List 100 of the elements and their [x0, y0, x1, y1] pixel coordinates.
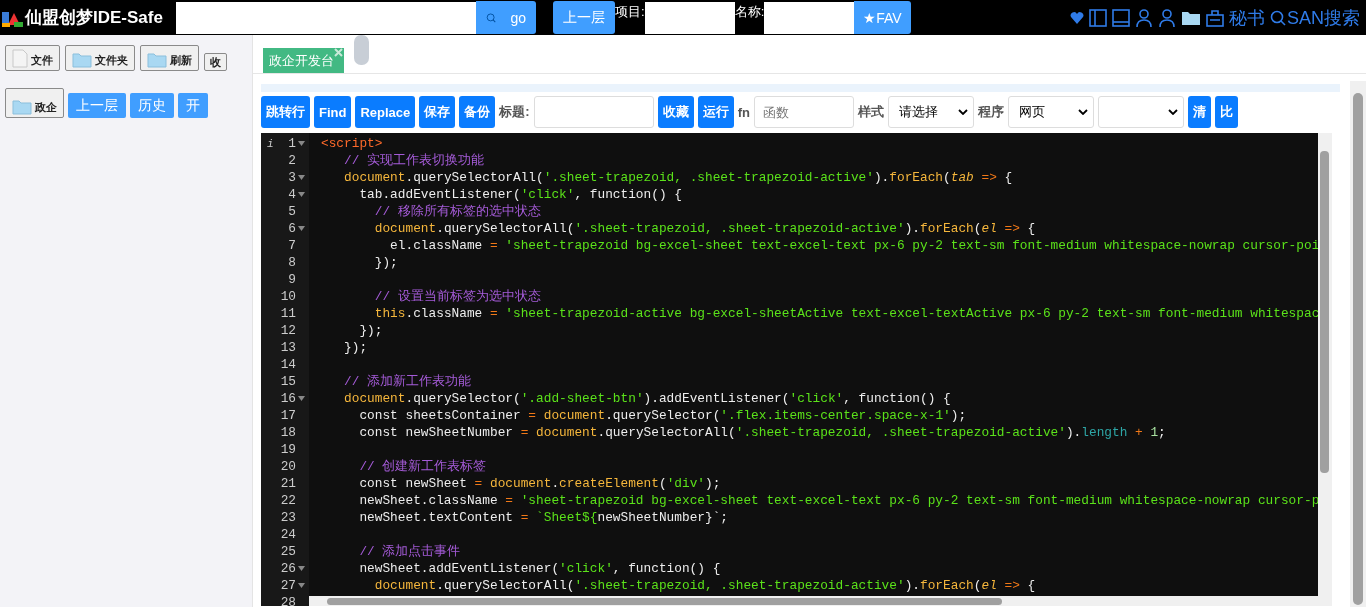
scrollbar-thumb[interactable]	[354, 35, 369, 65]
code-line: el.className = 'sheet-trapezoid bg-excel-sheet text-excel-text px-6 py-2 text-sm font-medium whitespace-nowrap cursor-poi	[389, 238, 1320, 253]
program-select[interactable]: 网页	[1007, 96, 1094, 128]
line-number: 19	[280, 442, 296, 457]
search-field[interactable]	[176, 2, 476, 34]
sidebar-action-button[interactable]: 历史	[130, 93, 174, 118]
briefcase-icon[interactable]	[1206, 7, 1224, 28]
info-marker: i	[267, 137, 274, 150]
code-line: document.querySelectorAll('.sheet-trapezoid, .sheet-trapezoid-active').forEach(tab => {	[343, 170, 1013, 185]
chevron-down-icon	[957, 109, 968, 115]
fold-arrow-icon[interactable]	[298, 566, 305, 571]
code-line: document.querySelector('.add-sheet-btn').addEventListener('click', function() {	[343, 391, 951, 406]
code-comment: // 实现工作表切换功能	[343, 153, 485, 168]
project-field[interactable]	[644, 2, 735, 34]
favorite-button[interactable]: ★FAV	[854, 1, 911, 34]
page-scrollbar[interactable]	[1350, 81, 1366, 607]
fold-arrow-icon[interactable]	[298, 192, 305, 197]
toolbar-button[interactable]: 清	[1187, 96, 1211, 128]
line-number: 22	[280, 493, 296, 508]
fold-arrow-icon[interactable]	[298, 175, 305, 180]
code-line: document.querySelectorAll('.sheet-trapezoid, .sheet-trapezoid-active').forEach(el => {	[373, 578, 1036, 593]
collapse-button[interactable]: 收	[204, 53, 227, 71]
go-button[interactable]: go	[476, 1, 536, 34]
toolbar-button[interactable]: 收藏	[657, 96, 694, 128]
folder-icon	[147, 52, 167, 68]
san-search-link[interactable]: SAN搜索	[1287, 5, 1360, 30]
folder-icon[interactable]	[1181, 9, 1201, 26]
fold-arrow-icon[interactable]	[298, 141, 305, 146]
line-number: 13	[280, 340, 296, 355]
line-number: 1	[288, 136, 296, 151]
sidebar-action-button[interactable]: 上一层	[68, 93, 126, 118]
sidebar-button[interactable]: 刷新	[140, 45, 199, 71]
folder-icon	[72, 52, 92, 68]
file-icon	[12, 49, 28, 68]
title-label: 标题:	[499, 103, 530, 121]
up-level-button[interactable]: 上一层	[553, 1, 615, 34]
line-number: 2	[288, 153, 296, 168]
line-number: 5	[288, 204, 296, 219]
user-icon[interactable]	[1158, 7, 1176, 28]
code-line: newSheet.addEventListener('click', function() {	[358, 561, 721, 576]
folder-button[interactable]: 政企	[5, 88, 64, 118]
sidebar-action-button[interactable]: 开	[178, 93, 208, 118]
function-field[interactable]: 函数	[753, 96, 854, 128]
app-title: 仙盟创梦IDE-Safe	[25, 7, 163, 29]
sidebar-layout-icon[interactable]	[1089, 7, 1107, 28]
toolbar-button[interactable]: Find	[314, 96, 352, 128]
code-comment: // 移除所有标签的选中状态	[373, 204, 541, 219]
name-field[interactable]	[764, 2, 855, 34]
fold-arrow-icon[interactable]	[298, 226, 305, 231]
name-label: 名称:	[734, 3, 765, 21]
vertical-scrollbar[interactable]	[1318, 133, 1332, 596]
secretary-link[interactable]: 秘书	[1229, 5, 1265, 30]
title-field[interactable]	[533, 96, 654, 128]
style-select[interactable]: 请选择	[887, 96, 974, 128]
fold-arrow-icon[interactable]	[298, 396, 305, 401]
line-number: 9	[288, 272, 296, 287]
chevron-down-icon	[1167, 109, 1178, 115]
toolbar-button[interactable]: 跳转行	[261, 96, 310, 128]
line-number: 14	[280, 357, 296, 372]
code-line: });	[358, 323, 383, 338]
sidebar-button[interactable]: 文件夹	[65, 45, 135, 71]
line-number: 8	[288, 255, 296, 270]
code-comment: // 添加点击事件	[358, 544, 461, 559]
code-line: });	[343, 340, 368, 355]
sidebar-button[interactable]: 文件	[5, 45, 60, 71]
toolbar-button[interactable]: 备份	[459, 96, 496, 128]
line-number: 16	[280, 391, 296, 406]
line-number: 7	[288, 238, 296, 253]
toolbar-button[interactable]: Replace	[355, 96, 416, 128]
code-line: const sheetsContainer = document.querySelector('.flex.items-center.space-x-1');	[358, 408, 967, 423]
editor-tab[interactable]: 政企开发台	[263, 48, 344, 73]
line-number: 27	[280, 578, 296, 593]
line-number: 11	[280, 306, 296, 321]
code-comment: // 添加新工作表功能	[343, 374, 472, 389]
chevron-down-icon	[1077, 109, 1088, 115]
code-line: <script>	[321, 136, 383, 151]
code-line: newSheet.textContent = `Sheet${newSheetNumber}`;	[358, 510, 729, 525]
line-number: 12	[280, 323, 296, 338]
toolbar-button[interactable]: 比	[1214, 96, 1238, 128]
line-number: 3	[288, 170, 296, 185]
heart-icon[interactable]	[1070, 10, 1084, 25]
line-number: 18	[280, 425, 296, 440]
search-icon[interactable]	[1270, 8, 1286, 27]
fold-arrow-icon[interactable]	[298, 583, 305, 588]
line-number: 21	[280, 476, 296, 491]
horizontal-scrollbar[interactable]	[309, 596, 1332, 606]
user-icon[interactable]	[1135, 7, 1153, 28]
code-line: document.querySelectorAll('.sheet-trapezoid, .sheet-trapezoid-active').forEach(el => {	[373, 221, 1036, 236]
panel-layout-icon[interactable]	[1112, 7, 1130, 28]
toolbar-button[interactable]: 保存	[419, 96, 456, 128]
line-number: 25	[280, 544, 296, 559]
code-line: this.className = 'sheet-trapezoid-active bg-excel-sheetActive text-excel-textActive px-6 py-2 text-sm font-medium whitespac	[373, 306, 1320, 321]
style-label: 样式	[857, 103, 884, 121]
line-number: 17	[280, 408, 296, 423]
line-number: 28	[280, 595, 296, 606]
toolbar-button[interactable]: 运行	[697, 96, 734, 128]
code-line: tab.addEventListener('click', function() {	[358, 187, 682, 202]
line-number: 10	[280, 289, 296, 304]
line-number: 23	[280, 510, 296, 525]
line-number: 4	[288, 187, 296, 202]
